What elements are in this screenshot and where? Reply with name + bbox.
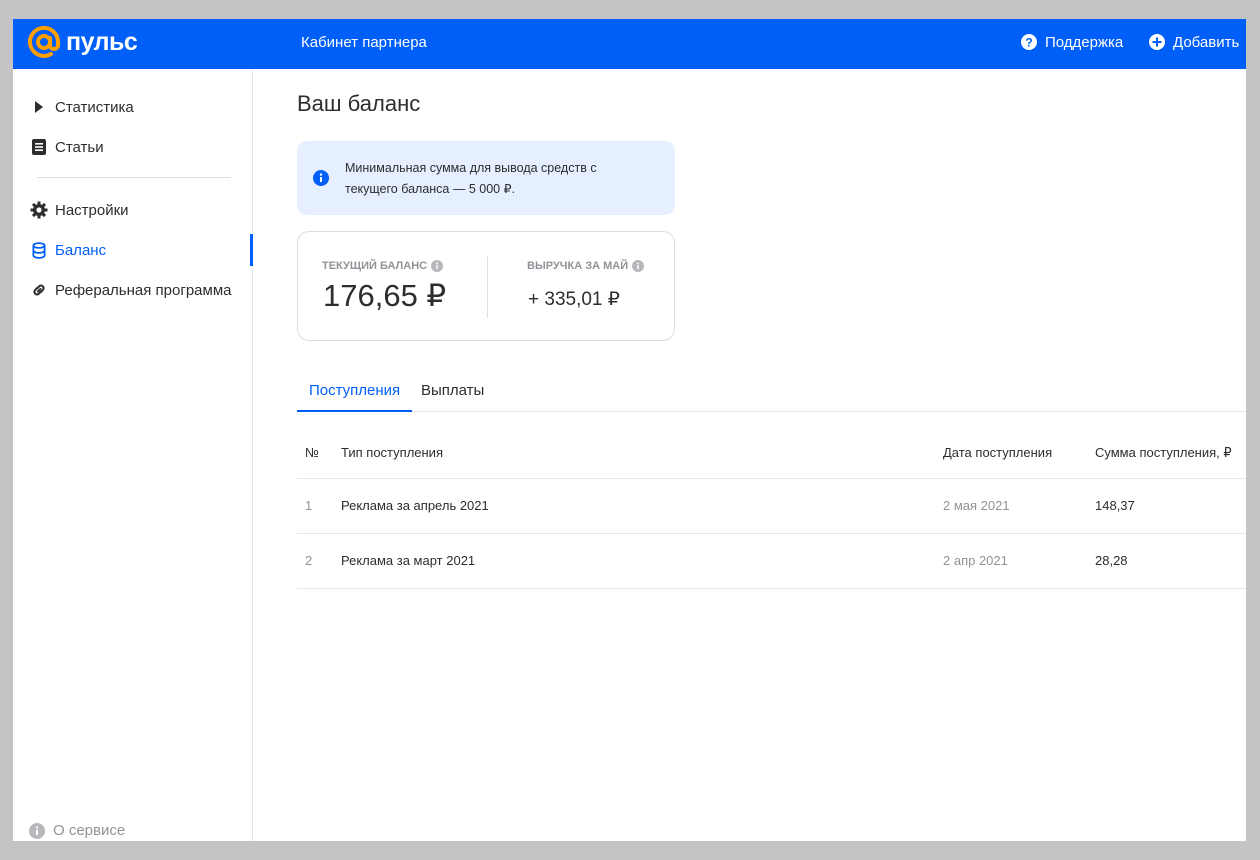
income-table: № Тип поступления Дата поступления Сумма… [297, 428, 1246, 589]
sidebar-item-label: Баланс [55, 241, 107, 259]
document-icon [29, 139, 49, 155]
sidebar-item-articles[interactable]: Статьи [13, 127, 252, 167]
about-service-link[interactable]: О сервисе [29, 822, 125, 839]
page-title: Ваш баланс [297, 91, 421, 116]
support-label: Поддержка [1045, 33, 1124, 51]
database-icon [29, 241, 49, 259]
column-header-number: № [305, 445, 319, 460]
support-button[interactable]: ? Поддержка [1020, 33, 1123, 51]
row-type: Реклама за март 2021 [341, 553, 476, 568]
table-row: 2 Реклама за март 2021 2 апр 2021 28,28 [297, 534, 1246, 589]
row-date: 2 мая 2021 [943, 498, 1010, 513]
column-header-sum[interactable]: Сумма поступления, ₽ [1095, 428, 1232, 478]
sidebar-item-settings[interactable]: Настройки [13, 190, 252, 230]
info-icon [313, 170, 329, 191]
sidebar-item-referral[interactable]: Реферальная программа [13, 270, 252, 310]
link-icon [29, 282, 49, 298]
table-row: 1 Реклама за апрель 2021 2 мая 2021 148,… [297, 479, 1246, 534]
logo-text: пульс [66, 27, 138, 56]
column-header-date[interactable]: Дата поступления [943, 428, 1052, 478]
question-circle-icon: ? [1020, 33, 1038, 51]
add-button[interactable]: Добавить [1148, 33, 1239, 51]
app-window: пульс Кабинет партнера ? Поддержка Добав… [13, 19, 1246, 841]
info-icon[interactable] [632, 260, 645, 272]
sidebar: Статистика Статьи Настройки Баланс Рефер… [13, 69, 253, 841]
sidebar-divider [37, 177, 231, 178]
current-balance-label: ТЕКУЩИЙ БАЛАНС [322, 260, 444, 272]
top-bar: пульс Кабинет партнера ? Поддержка Добав… [13, 19, 1246, 69]
row-date: 2 апр 2021 [943, 553, 1008, 568]
tabs: Поступления Выплаты [296, 379, 1246, 412]
at-sign-logo-icon [27, 25, 61, 59]
add-label: Добавить [1173, 33, 1240, 51]
min-withdrawal-notice: Минимальная сумма для вывода средств с т… [297, 141, 675, 215]
balance-card-divider [487, 256, 488, 318]
tab-income[interactable]: Поступления [296, 382, 413, 412]
gear-icon [29, 201, 49, 219]
svg-text:?: ? [1025, 36, 1032, 50]
row-sum: 28,28 [1095, 553, 1128, 568]
row-sum: 148,37 [1095, 498, 1135, 513]
sidebar-item-label: Статьи [55, 138, 104, 156]
sidebar-item-label: Настройки [55, 201, 129, 219]
balance-card: ТЕКУЩИЙ БАЛАНС 176,65 ₽ ВЫРУЧКА ЗА МАЙ +… [297, 231, 675, 341]
tab-payouts[interactable]: Выплаты [421, 382, 484, 411]
monthly-revenue-label-text: ВЫРУЧКА ЗА МАЙ [527, 260, 629, 272]
row-number: 2 [305, 553, 313, 568]
current-balance-label-text: ТЕКУЩИЙ БАЛАНС [322, 260, 428, 272]
play-triangle-icon [29, 101, 49, 113]
logo[interactable]: пульс [27, 25, 138, 59]
main-content: Ваш баланс Минимальная сумма для вывода … [296, 69, 1246, 841]
monthly-revenue-label: ВЫРУЧКА ЗА МАЙ [527, 260, 645, 272]
sidebar-item-label: Реферальная программа [55, 281, 232, 299]
plus-circle-icon [1148, 33, 1166, 51]
sidebar-item-label: Статистика [55, 98, 134, 116]
current-balance-value: 176,65 ₽ [323, 278, 447, 313]
sidebar-item-statistics[interactable]: Статистика [13, 87, 252, 127]
row-type: Реклама за апрель 2021 [341, 498, 489, 513]
sidebar-item-balance[interactable]: Баланс [13, 230, 253, 270]
cabinet-link[interactable]: Кабинет партнера [301, 34, 427, 51]
column-header-type: Тип поступления [341, 445, 443, 460]
info-icon [29, 822, 45, 839]
info-icon[interactable] [431, 260, 444, 272]
about-label: О сервисе [53, 822, 126, 839]
notice-text: Минимальная сумма для вывода средств с т… [345, 161, 597, 196]
row-number: 1 [305, 498, 313, 513]
table-header-row: № Тип поступления Дата поступления Сумма… [297, 428, 1246, 479]
monthly-revenue-value: + 335,01 ₽ [528, 289, 620, 310]
